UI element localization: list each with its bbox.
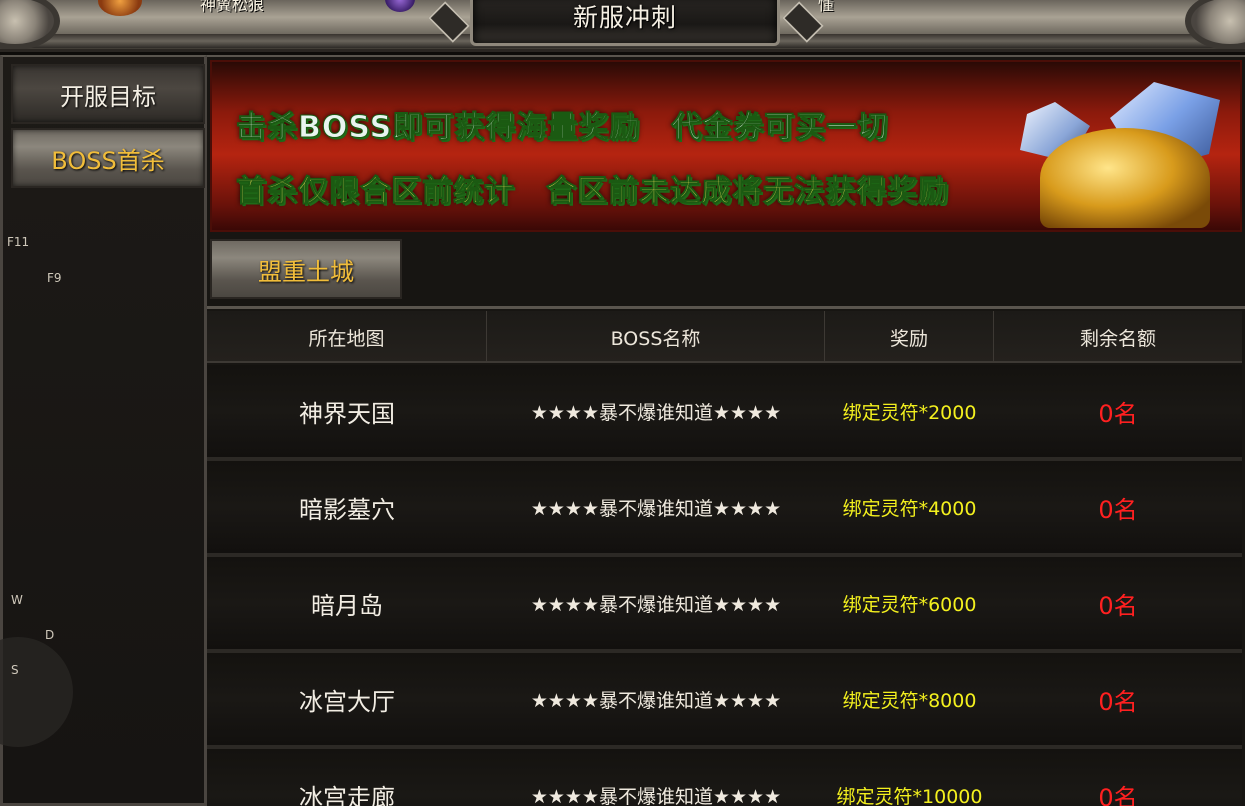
banner-line-1: 击杀BOSS即可获得海量奖励 代金券可买一切 — [235, 110, 889, 146]
table-row: 冰宫走廊 ★★★★暴不爆谁知道★★★★ 绑定灵符*10000 0名 — [207, 749, 1242, 806]
cell-remaining: 0名 — [1098, 687, 1138, 716]
orange-gem-icon — [98, 0, 142, 16]
sidebar: 开服目标 BOSS首杀 F11 F9 W D S — [0, 55, 207, 806]
key-hint-s: S — [11, 663, 19, 677]
cell-map: 暗影墓穴 — [299, 495, 395, 524]
tab-map-mengzhong[interactable]: 盟重土城 — [210, 239, 402, 299]
header-remaining: 剩余名额 — [1079, 327, 1156, 350]
header-reward: 奖励 — [825, 311, 994, 363]
virtual-joystick[interactable] — [0, 637, 73, 747]
cell-remaining: 0名 — [1098, 399, 1138, 428]
banner-line-2: 首杀仅限合区前统计 合区前未达成将无法获得奖励 — [236, 174, 949, 210]
cell-map: 神界天国 — [299, 399, 395, 428]
key-hint-f11: F11 — [7, 235, 30, 249]
cell-reward: 绑定灵符*4000 — [842, 497, 977, 520]
page-title: 新服冲刺 — [572, 3, 677, 32]
title-plate: 新服冲刺 — [470, 0, 780, 46]
boss-table: 所在地图 BOSS名称 奖励 剩余名额 神界天国 ★★★★暴不爆谁知道★★★★ … — [207, 311, 1245, 806]
key-hint-w: W — [11, 593, 23, 607]
top-right-label: 懂 — [818, 0, 835, 14]
table-row: 神界天国 ★★★★暴不爆谁知道★★★★ 绑定灵符*2000 0名 — [207, 365, 1242, 461]
header-map: 所在地图 — [207, 311, 487, 363]
purple-gem-icon — [385, 0, 415, 12]
table-body: 神界天国 ★★★★暴不爆谁知道★★★★ 绑定灵符*2000 0名 暗影墓穴 ★★… — [207, 365, 1242, 806]
key-hint-d: D — [45, 628, 55, 642]
top-left-label: 神翼松狼 — [200, 0, 265, 14]
table-row: 暗影墓穴 ★★★★暴不爆谁知道★★★★ 绑定灵符*4000 0名 — [207, 461, 1242, 557]
cell-reward: 绑定灵符*8000 — [842, 689, 977, 712]
top-frame: 神翼松狼 懂 新服冲刺 — [0, 0, 1245, 52]
cell-boss: ★★★★暴不爆谁知道★★★★ — [530, 785, 782, 806]
cell-remaining: 0名 — [1098, 495, 1138, 524]
promo-banner: 击杀BOSS即可获得海量奖励 代金券可买一切 首杀仅限合区前统计 合区前未达成将… — [210, 60, 1242, 232]
header-boss-name: BOSS名称 — [487, 311, 825, 363]
sidebar-item-server-goal[interactable]: 开服目标 — [11, 64, 205, 124]
cell-map: 冰宫大厅 — [299, 687, 395, 716]
gold-ingot-icon — [1040, 128, 1210, 228]
cell-remaining: 0名 — [1098, 591, 1138, 620]
table-header: 所在地图 BOSS名称 奖励 剩余名额 — [207, 311, 1242, 363]
cell-remaining: 0名 — [1098, 783, 1138, 806]
main-panel: 击杀BOSS即可获得海量奖励 代金券可买一切 首杀仅限合区前统计 合区前未达成将… — [207, 55, 1245, 806]
sidebar-item-boss-first-kill[interactable]: BOSS首杀 — [11, 128, 205, 188]
table-row: 暗月岛 ★★★★暴不爆谁知道★★★★ 绑定灵符*6000 0名 — [207, 557, 1242, 653]
key-hint-f9: F9 — [47, 271, 62, 285]
divider — [207, 306, 1245, 309]
cell-reward: 绑定灵符*10000 — [836, 785, 983, 806]
cell-map: 暗月岛 — [311, 591, 383, 620]
cell-reward: 绑定灵符*6000 — [842, 593, 977, 616]
cell-boss: ★★★★暴不爆谁知道★★★★ — [530, 689, 782, 712]
table-row: 冰宫大厅 ★★★★暴不爆谁知道★★★★ 绑定灵符*8000 0名 — [207, 653, 1242, 749]
cell-boss: ★★★★暴不爆谁知道★★★★ — [530, 593, 782, 616]
cell-boss: ★★★★暴不爆谁知道★★★★ — [530, 401, 782, 424]
cell-map: 冰宫走廊 — [299, 783, 395, 806]
cell-boss: ★★★★暴不爆谁知道★★★★ — [530, 497, 782, 520]
cell-reward: 绑定灵符*2000 — [842, 401, 977, 424]
